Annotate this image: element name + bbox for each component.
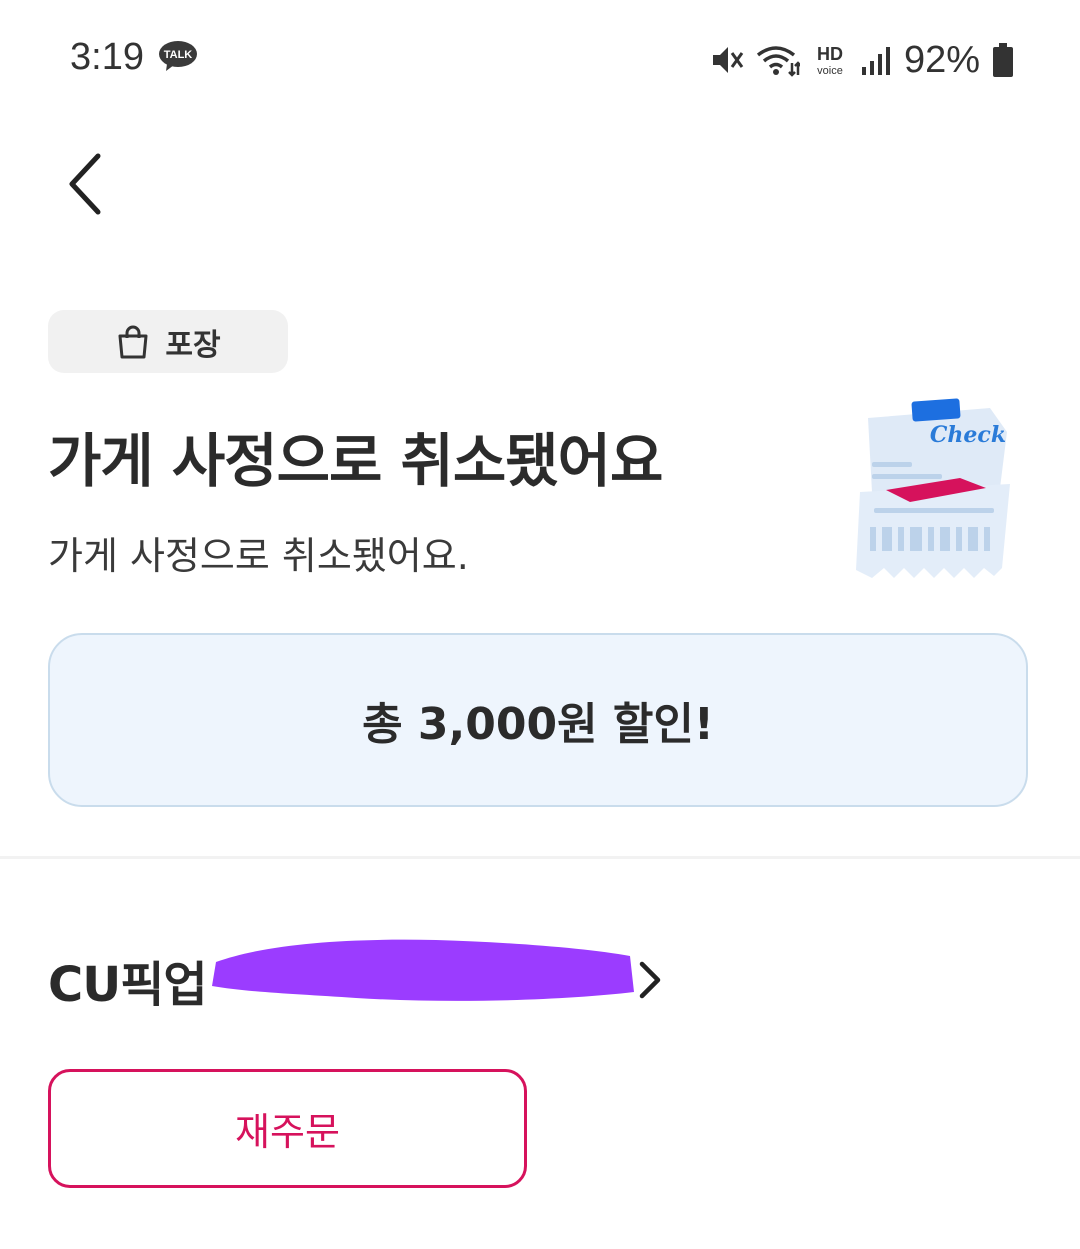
shopping-bag-icon bbox=[118, 325, 148, 358]
status-icons: HD voice 92% bbox=[710, 36, 1014, 84]
hd-label: HD bbox=[817, 44, 843, 64]
reorder-button[interactable]: 재주문 bbox=[48, 1069, 527, 1188]
page-title: 가게 사정으로 취소됐어요 bbox=[48, 427, 663, 495]
order-type-chip: 포장 bbox=[48, 310, 288, 373]
hd-voice-icon: HD voice bbox=[817, 44, 843, 77]
chevron-right-icon bbox=[639, 961, 661, 999]
discount-text: 총 3,000원 할인! bbox=[362, 699, 714, 750]
store-name: CU픽업 bbox=[48, 957, 208, 1013]
talk-badge-label: TALK bbox=[164, 49, 193, 61]
talk-icon: TALK bbox=[159, 41, 197, 71]
back-button[interactable] bbox=[50, 148, 122, 220]
receipt-check-illustration: Check bbox=[856, 398, 1010, 578]
chevron-left-icon bbox=[69, 153, 101, 215]
illustration-text: Check bbox=[930, 422, 1006, 448]
battery-percent: 92% bbox=[903, 38, 980, 81]
order-type-label: 포장 bbox=[165, 327, 221, 363]
page-subtitle: 가게 사정으로 취소됐어요. bbox=[48, 534, 469, 578]
wifi-icon bbox=[756, 46, 800, 77]
status-bar: 3:19 TALK HD voice 92% bbox=[0, 0, 1080, 120]
store-link[interactable]: CU픽업 bbox=[48, 939, 661, 1020]
redaction-scribble bbox=[212, 939, 634, 1001]
discount-banner: 총 3,000원 할인! bbox=[48, 633, 1028, 807]
status-time: 3:19 bbox=[70, 36, 144, 78]
signal-icon bbox=[861, 47, 890, 75]
battery-icon bbox=[993, 43, 1013, 77]
mute-icon bbox=[712, 47, 744, 73]
voice-label: voice bbox=[817, 65, 843, 77]
section-divider bbox=[0, 856, 1080, 859]
order-cancelled-screen: 3:19 TALK HD voice 92% 포장 가게 사정으로 취소됐어요 … bbox=[0, 0, 1080, 1249]
